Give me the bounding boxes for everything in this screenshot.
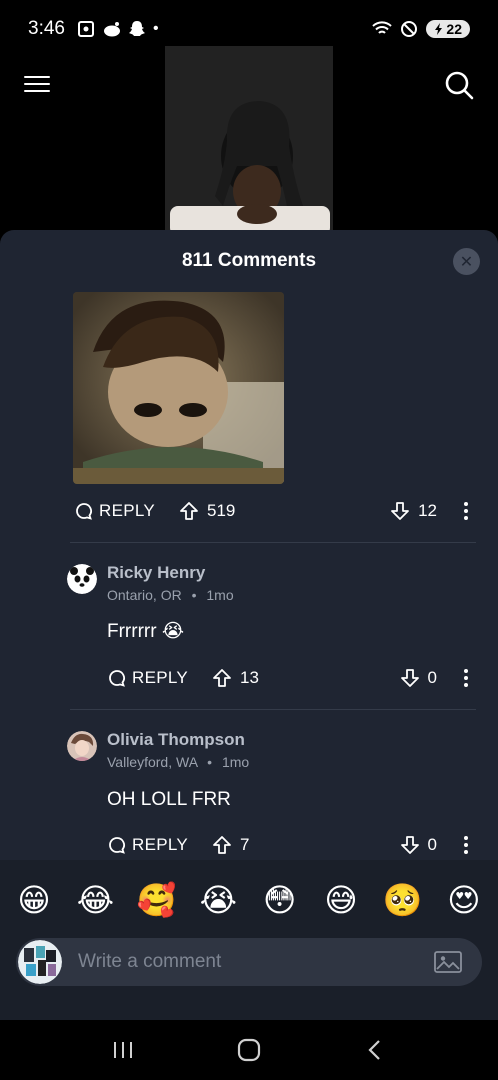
downvote-count: 12 — [418, 501, 437, 520]
battery-level: 22 — [446, 21, 462, 37]
divider — [70, 709, 476, 710]
meta-separator: • — [207, 754, 213, 770]
upvote-button[interactable]: 7 — [212, 835, 249, 855]
comment-bubble-icon — [109, 837, 125, 854]
reply-button[interactable]: REPLY — [108, 835, 188, 855]
comment-bubble-icon — [109, 670, 125, 687]
comment-text: Frrrrrr 😭 — [107, 621, 185, 642]
downvote-count: 0 — [427, 668, 437, 687]
emoji-heart-eyes[interactable]: 😍 — [444, 881, 484, 919]
arrow-up-icon — [213, 669, 231, 687]
commenter-name[interactable]: Ricky Henry — [107, 563, 234, 583]
more-options-icon[interactable] — [459, 667, 473, 689]
charging-icon — [435, 23, 443, 35]
upvote-count: 13 — [240, 668, 259, 687]
arrow-up-icon — [180, 502, 198, 520]
emoji-pleading[interactable]: 🥺 — [383, 881, 423, 919]
top-comment-actions: REPLY 519 12 — [75, 500, 473, 522]
notification-dot: • — [152, 20, 159, 37]
comment-gif[interactable] — [73, 292, 284, 484]
more-options-icon[interactable] — [459, 500, 473, 522]
emoji-sob[interactable]: 😭 — [198, 881, 238, 919]
back-icon[interactable] — [355, 1030, 395, 1070]
comment-location: Valleyford, WA — [107, 754, 198, 770]
panda-avatar-image — [67, 564, 97, 594]
comments-title: 811 Comments — [181, 250, 317, 271]
more-options-icon[interactable] — [459, 834, 473, 856]
snapchat-icon — [128, 21, 145, 36]
video-thumbnail[interactable] — [165, 46, 333, 232]
system-icons: 22 — [372, 20, 470, 38]
comment-header: Olivia Thompson Valleyford, WA • 1mo — [67, 730, 249, 770]
do-not-disturb-icon — [401, 21, 418, 37]
screenshot-icon — [77, 21, 94, 37]
system-nav-bar — [0, 1020, 498, 1080]
reply-label: REPLY — [132, 668, 188, 687]
wifi-icon — [372, 21, 393, 34]
comment-age: 1mo — [206, 587, 234, 603]
gif-image — [73, 292, 284, 484]
upvote-count: 519 — [207, 501, 236, 520]
search-icon[interactable] — [442, 68, 476, 102]
emoji-sweat-smile[interactable]: 😅 — [321, 881, 361, 919]
reply-label: REPLY — [132, 835, 188, 854]
notification-icons: • — [77, 20, 159, 38]
downvote-button[interactable]: 0 — [400, 835, 437, 855]
close-icon[interactable]: ✕ — [453, 248, 480, 275]
emoji-flushed[interactable]: 😳 — [260, 881, 300, 919]
home-icon[interactable] — [229, 1030, 269, 1070]
battery-indicator: 22 — [426, 20, 470, 38]
comment-header: Ricky Henry Ontario, OR • 1mo — [67, 563, 234, 603]
downvote-button[interactable]: 12 — [390, 501, 437, 521]
arrow-down-icon — [400, 836, 419, 854]
comment-meta: Ontario, OR • 1mo — [107, 587, 234, 603]
arrow-down-icon — [391, 502, 409, 520]
comment-text: OH LOLL FRR — [107, 789, 231, 810]
reply-button[interactable]: REPLY — [75, 501, 155, 521]
user-avatar[interactable] — [18, 940, 62, 984]
user-photo-avatar-image — [67, 731, 97, 761]
status-time: 3:46 — [28, 18, 65, 39]
downvote-count: 0 — [427, 835, 437, 854]
emoji-joy[interactable]: 😂 — [75, 881, 115, 919]
arrow-up-icon — [213, 836, 231, 854]
comment-bubble-icon — [76, 503, 92, 520]
downvote-button[interactable]: 0 — [400, 668, 437, 688]
arrow-down-icon — [400, 669, 419, 687]
image-icon[interactable] — [434, 951, 462, 973]
reddit-icon — [103, 22, 120, 37]
composer: Write a comment — [0, 930, 498, 1020]
upvote-button[interactable]: 519 — [179, 501, 235, 521]
video-frame-image — [165, 46, 333, 232]
upvote-button[interactable]: 13 — [212, 668, 259, 688]
reply-label: REPLY — [99, 501, 155, 520]
recents-icon[interactable] — [103, 1030, 143, 1070]
avatar[interactable] — [67, 731, 97, 761]
user-avatar-image — [18, 940, 62, 984]
menu-icon[interactable] — [24, 70, 54, 98]
emoji-quick-bar: 😁 😂 🥰 😭 😳 😅 🥺 😍 — [0, 860, 498, 940]
comment-location: Ontario, OR — [107, 587, 182, 603]
comment-age: 1mo — [221, 754, 250, 770]
avatar[interactable] — [67, 564, 97, 594]
comment-meta: Valleyford, WA • 1mo — [107, 754, 249, 770]
emoji-smiling-hearts[interactable]: 🥰 — [137, 881, 177, 919]
emoji-grin[interactable]: 😁 — [14, 881, 54, 919]
comment-input[interactable]: Write a comment — [16, 938, 482, 986]
reply-actions: REPLY 7 0 — [108, 834, 473, 856]
reply-actions: REPLY 13 0 — [108, 667, 473, 689]
upvote-count: 7 — [240, 835, 250, 854]
divider — [70, 542, 476, 543]
reply-button[interactable]: REPLY — [108, 668, 188, 688]
commenter-name[interactable]: Olivia Thompson — [107, 730, 249, 750]
meta-separator: • — [191, 587, 197, 603]
comment-input-placeholder: Write a comment — [78, 951, 222, 972]
